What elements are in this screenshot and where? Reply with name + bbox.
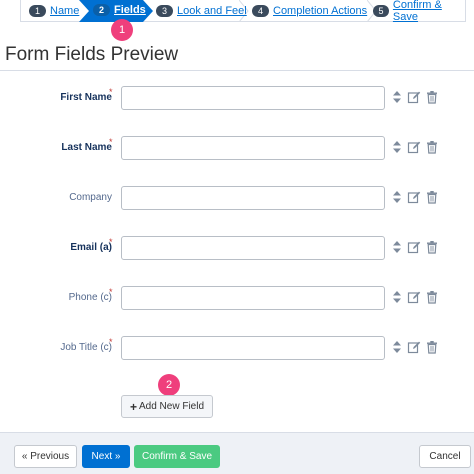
email-input[interactable] xyxy=(121,236,385,260)
edit-icon[interactable] xyxy=(407,290,421,304)
delete-icon[interactable] xyxy=(425,240,439,254)
step-label: Name xyxy=(50,5,80,17)
title-divider xyxy=(0,70,474,71)
first-name-input[interactable] xyxy=(121,86,385,110)
step-completion-actions[interactable]: 4 Completion Actions xyxy=(252,4,367,18)
reorder-icon[interactable] xyxy=(390,340,404,354)
last-name-input[interactable] xyxy=(121,136,385,160)
add-new-field-button[interactable]: + Add New Field xyxy=(121,395,213,418)
callout-badge-1: 1 xyxy=(111,19,133,41)
reorder-icon[interactable] xyxy=(390,90,404,104)
required-marker: * xyxy=(109,237,113,247)
page-title: Form Fields Preview xyxy=(5,44,179,65)
step-label: Fields xyxy=(114,4,146,16)
form-field-row: Company xyxy=(0,186,474,212)
delete-icon[interactable] xyxy=(425,340,439,354)
delete-icon[interactable] xyxy=(425,90,439,104)
wizard-steps: 1 Name 2 Fields 3 Look and Feel 4 Comple… xyxy=(20,0,466,23)
delete-icon[interactable] xyxy=(425,290,439,304)
form-field-row: Last Name * xyxy=(0,136,474,162)
delete-icon[interactable] xyxy=(425,190,439,204)
reorder-icon[interactable] xyxy=(390,290,404,304)
step-label: Completion Actions xyxy=(273,5,368,17)
cancel-button[interactable]: Cancel xyxy=(419,445,471,468)
confirm-save-button[interactable]: Confirm & Save xyxy=(134,445,220,468)
step-number: 3 xyxy=(156,5,173,17)
plus-icon: + xyxy=(129,399,137,414)
edit-icon[interactable] xyxy=(407,190,421,204)
required-marker: * xyxy=(109,337,113,347)
field-label: Job Title (c) xyxy=(60,342,112,353)
field-label: Email (a) xyxy=(70,242,112,253)
field-label: Last Name xyxy=(61,142,112,153)
edit-icon[interactable] xyxy=(407,140,421,154)
step-number: 4 xyxy=(252,5,269,17)
form-field-row: Email (a) * xyxy=(0,236,474,262)
required-marker: * xyxy=(109,287,113,297)
step-number: 1 xyxy=(29,5,46,17)
delete-icon[interactable] xyxy=(425,140,439,154)
step-fields-active[interactable]: 2 Fields xyxy=(79,0,153,22)
field-label: First Name xyxy=(60,92,112,103)
company-input[interactable] xyxy=(121,186,385,210)
reorder-icon[interactable] xyxy=(390,190,404,204)
step-look-and-feel[interactable]: 3 Look and Feel xyxy=(156,4,247,18)
step-name[interactable]: 1 Name xyxy=(29,4,79,18)
job-title-input[interactable] xyxy=(121,336,385,360)
step-label: Confirm & Save xyxy=(392,0,442,23)
wizard-footer: « Previous Next » Confirm & Save Cancel xyxy=(0,432,474,474)
required-marker: * xyxy=(109,87,113,97)
form-field-row: Job Title (c) * xyxy=(0,336,474,362)
step-number: 5 xyxy=(373,5,389,17)
add-new-field-label: Add New Field xyxy=(138,401,205,412)
phone-input[interactable] xyxy=(121,286,385,310)
step-label: Look and Feel xyxy=(177,5,247,17)
next-button[interactable]: Next » xyxy=(82,445,130,468)
field-label: Company xyxy=(69,192,112,203)
edit-icon[interactable] xyxy=(407,240,421,254)
required-marker: * xyxy=(109,137,113,147)
reorder-icon[interactable] xyxy=(390,140,404,154)
reorder-icon[interactable] xyxy=(390,240,404,254)
edit-icon[interactable] xyxy=(407,90,421,104)
form-field-row: Phone (c) * xyxy=(0,286,474,312)
step-number: 2 xyxy=(93,4,110,16)
field-label: Phone (c) xyxy=(68,292,112,303)
previous-button[interactable]: « Previous xyxy=(14,445,77,468)
form-field-row: First Name * xyxy=(0,86,474,112)
step-confirm-save[interactable]: 5 Confirm & Save xyxy=(373,0,465,23)
callout-badge-2: 2 xyxy=(158,374,180,396)
edit-icon[interactable] xyxy=(407,340,421,354)
